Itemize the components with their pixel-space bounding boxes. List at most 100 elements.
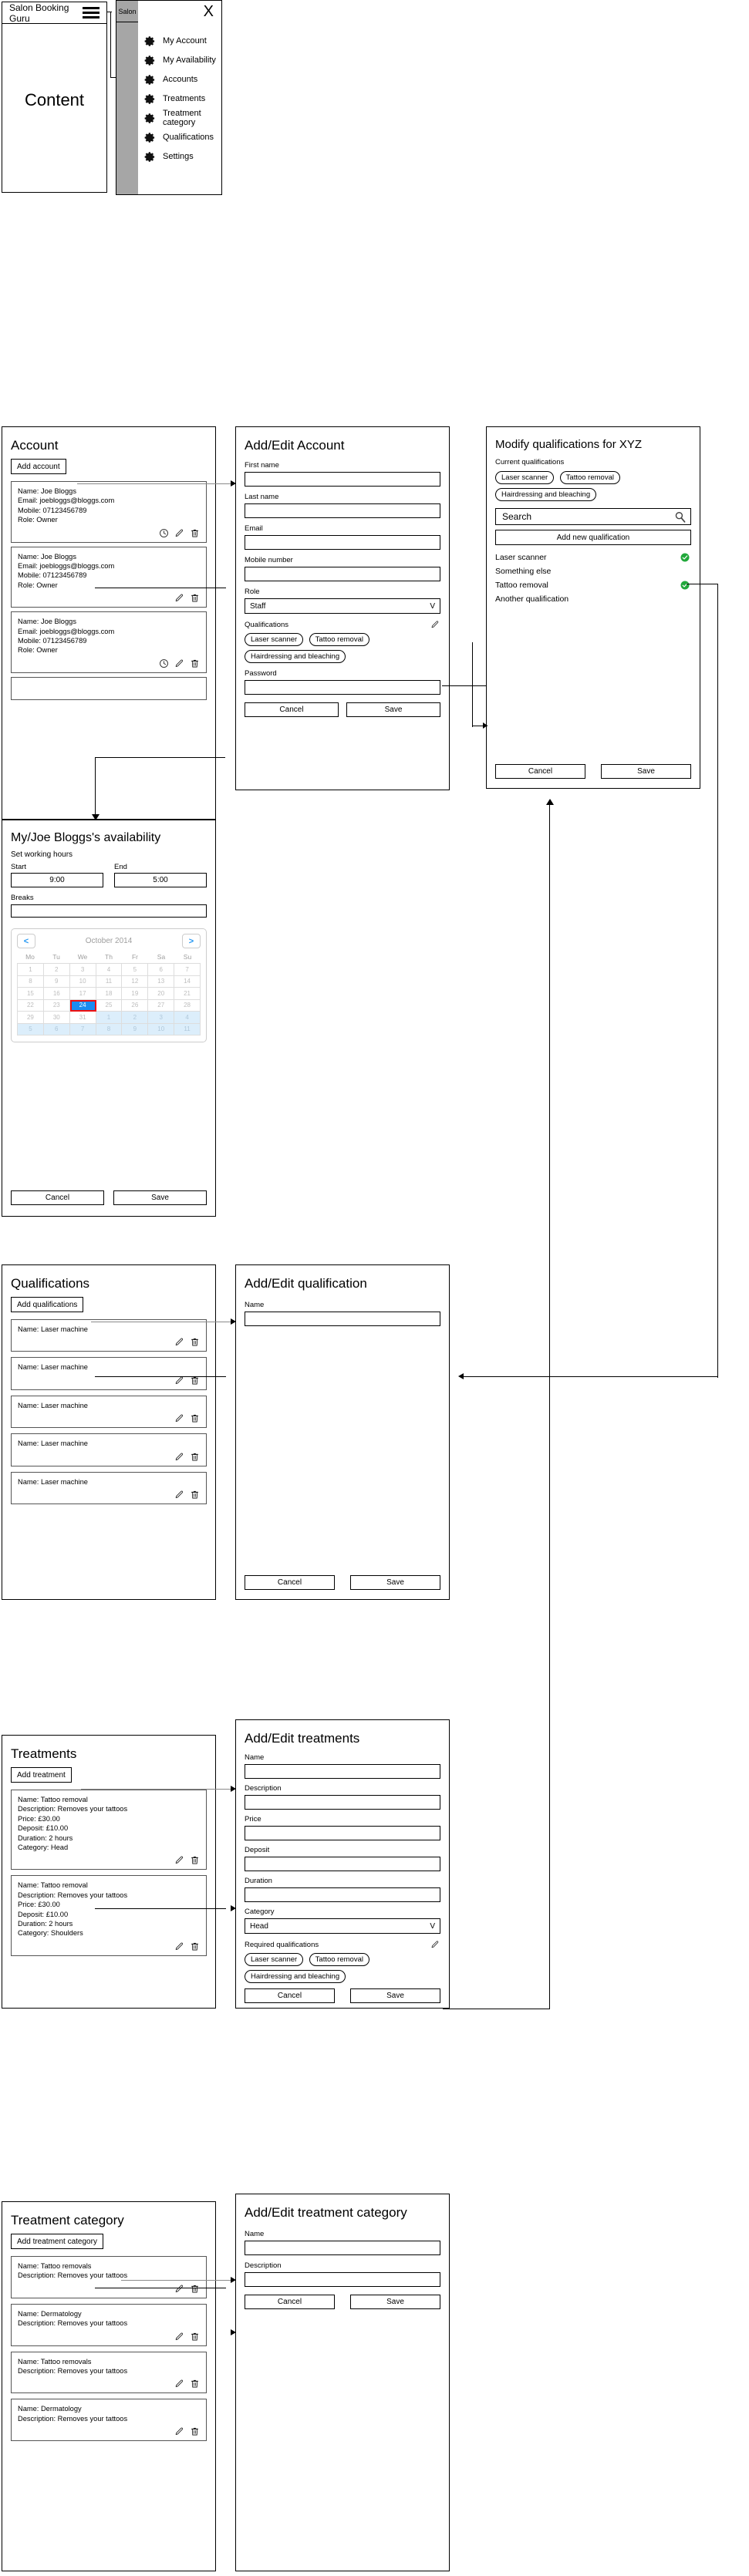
qualification-chip[interactable]: Tattoo removal — [559, 471, 620, 484]
save-button[interactable]: Save — [346, 702, 440, 717]
role-select[interactable]: Staff V — [245, 598, 440, 614]
list-item[interactable]: Laser scanner — [495, 551, 691, 564]
mobile-number-field[interactable] — [245, 567, 440, 581]
save-button[interactable]: Save — [350, 1988, 440, 2003]
qualification-chip[interactable]: Hairdressing and bleaching — [495, 488, 597, 501]
close-icon[interactable]: X — [204, 4, 214, 19]
clock-icon[interactable] — [159, 658, 169, 668]
menu-item-treatments[interactable]: Treatments — [144, 89, 218, 108]
pencil-icon[interactable] — [174, 528, 184, 538]
table-row[interactable]: Name: Laser machine — [11, 1357, 207, 1390]
list-item[interactable]: Something else — [495, 564, 691, 578]
save-button[interactable]: Save — [350, 2295, 440, 2309]
calendar-day-cell[interactable]: 7 — [69, 1023, 96, 1035]
trash-icon[interactable] — [190, 1452, 200, 1462]
name-field[interactable] — [245, 1312, 440, 1326]
name-field[interactable] — [245, 2241, 440, 2255]
pencil-icon[interactable] — [174, 1337, 184, 1347]
trash-icon[interactable] — [190, 593, 200, 603]
qualification-chip[interactable]: Tattoo removal — [309, 1953, 369, 1966]
calendar-day-cell[interactable]: 4 — [96, 964, 123, 976]
last-name-field[interactable] — [245, 503, 440, 518]
calendar-day-cell[interactable]: 6 — [148, 964, 175, 976]
trash-icon[interactable] — [190, 2379, 200, 2389]
name-field[interactable] — [245, 1764, 440, 1779]
calendar-day-cell[interactable]: 26 — [122, 999, 149, 1012]
menu-item-qualifications[interactable]: Qualifications — [144, 128, 218, 146]
calendar-day-cell[interactable]: 20 — [148, 988, 175, 1000]
qualification-chip[interactable]: Hairdressing and bleaching — [245, 650, 346, 663]
password-field[interactable] — [245, 680, 440, 695]
deposit-field[interactable] — [245, 1857, 440, 1871]
calendar-day-cell[interactable]: 11 — [174, 1023, 201, 1035]
cancel-button[interactable]: Cancel — [245, 1988, 335, 2003]
qualification-chip[interactable]: Hairdressing and bleaching — [245, 1970, 346, 1983]
table-row[interactable]: Name: Laser machine — [11, 1433, 207, 1466]
save-button[interactable]: Save — [113, 1190, 207, 1205]
duration-field[interactable] — [245, 1887, 440, 1902]
table-row[interactable]: Name: Joe Bloggs Email: joebloggs@bloggs… — [11, 611, 207, 673]
clock-icon[interactable] — [159, 528, 169, 538]
trash-icon[interactable] — [190, 1490, 200, 1500]
add-qualifications-button[interactable]: Add qualifications — [11, 1297, 84, 1312]
menu-item-accounts[interactable]: Accounts — [144, 70, 218, 89]
pencil-icon[interactable] — [174, 1941, 184, 1951]
category-select[interactable]: Head V — [245, 1918, 440, 1934]
add-new-qualification-button[interactable]: Add new qualification — [495, 530, 691, 545]
table-row[interactable]: Name: Dermatology Description: Removes y… — [11, 2399, 207, 2442]
calendar-day-cell[interactable]: 8 — [18, 975, 44, 988]
calendar-day-cell[interactable]: 9 — [122, 1023, 149, 1035]
calendar-day-cell[interactable]: 29 — [18, 1012, 44, 1024]
search-input[interactable]: Search — [495, 508, 691, 525]
table-row[interactable] — [11, 676, 207, 700]
table-row[interactable]: Name: Tattoo removals Description: Remov… — [11, 2351, 207, 2394]
qualification-chip[interactable]: Laser scanner — [245, 633, 304, 646]
list-item[interactable]: Tattoo removal — [495, 578, 691, 592]
calendar-day-cell[interactable]: 6 — [43, 1023, 70, 1035]
calendar-day-cell[interactable]: 21 — [174, 988, 201, 1000]
calendar-day-cell[interactable]: 16 — [43, 988, 70, 1000]
qualification-chip[interactable]: Laser scanner — [495, 471, 555, 484]
table-row[interactable]: Name: Dermatology Description: Removes y… — [11, 2303, 207, 2346]
save-button[interactable]: Save — [350, 1575, 440, 1590]
table-row[interactable]: Name: Joe Bloggs Email: joebloggs@bloggs… — [11, 546, 207, 608]
pencil-icon[interactable] — [174, 1490, 184, 1500]
menu-item-settings[interactable]: Settings — [144, 147, 218, 166]
trash-icon[interactable] — [190, 658, 200, 668]
table-row[interactable]: Name: Tattoo removal Description: Remove… — [11, 1875, 207, 1956]
trash-icon[interactable] — [190, 1941, 200, 1951]
calendar-day-cell[interactable]: 19 — [122, 988, 149, 1000]
calendar-day-cell[interactable]: 31 — [69, 1012, 96, 1024]
calendar-day-cell[interactable]: 18 — [96, 988, 123, 1000]
trash-icon[interactable] — [190, 1413, 200, 1423]
add-account-button[interactable]: Add account — [11, 459, 66, 474]
calendar-day-cell[interactable]: 30 — [43, 1012, 70, 1024]
description-field[interactable] — [245, 1795, 440, 1810]
calendar-day-cell[interactable]: 3 — [148, 1012, 175, 1024]
table-row[interactable]: Name: Laser machine — [11, 1395, 207, 1429]
pencil-icon[interactable] — [430, 620, 440, 629]
add-treatment-category-button[interactable]: Add treatment category — [11, 2234, 103, 2249]
price-field[interactable] — [245, 1826, 440, 1840]
pencil-icon[interactable] — [174, 2379, 184, 2389]
trash-icon[interactable] — [190, 528, 200, 538]
calendar-day-cell[interactable]: 28 — [174, 999, 201, 1012]
calendar-day-cell[interactable]: 9 — [43, 975, 70, 988]
calendar-day-cell[interactable]: 12 — [122, 975, 149, 988]
hamburger-menu-icon[interactable] — [83, 5, 100, 21]
magnifier-icon[interactable] — [673, 510, 687, 524]
table-row[interactable]: Name: Tattoo removal Description: Remove… — [11, 1790, 207, 1871]
qualification-chip[interactable]: Laser scanner — [245, 1953, 304, 1966]
trash-icon[interactable] — [190, 2332, 200, 2342]
calendar-day-cell[interactable]: 8 — [96, 1023, 123, 1035]
pencil-icon[interactable] — [174, 1452, 184, 1462]
cancel-button[interactable]: Cancel — [245, 1575, 335, 1590]
next-month-button[interactable]: > — [181, 934, 201, 948]
cancel-button[interactable]: Cancel — [11, 1190, 104, 1205]
calendar-day-cell[interactable]: 24 — [69, 999, 96, 1012]
pencil-icon[interactable] — [174, 2332, 184, 2342]
list-item[interactable]: Another qualification — [495, 592, 691, 606]
cancel-button[interactable]: Cancel — [245, 2295, 335, 2309]
pencil-icon[interactable] — [174, 1855, 184, 1865]
table-row[interactable]: Name: Laser machine — [11, 1471, 207, 1505]
